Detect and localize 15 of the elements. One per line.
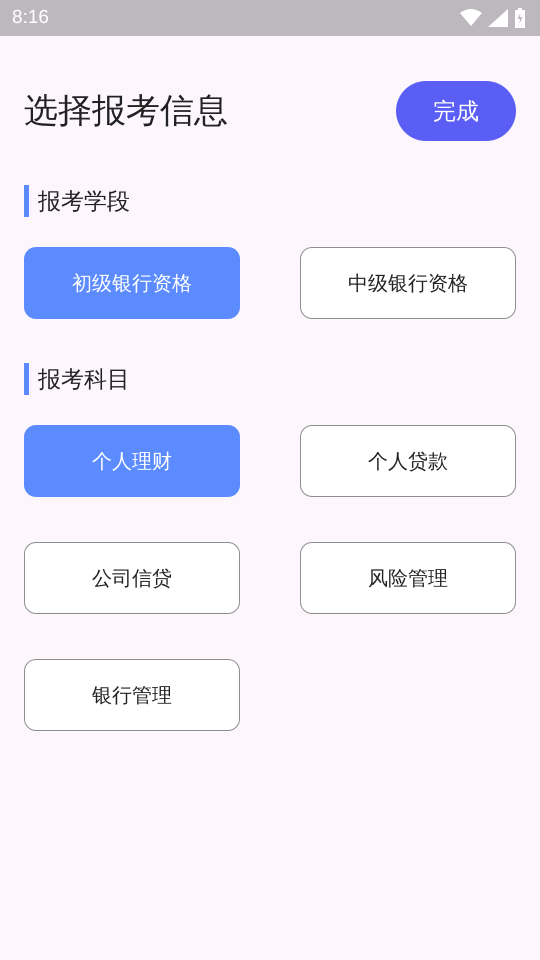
option-button[interactable]: 银行管理 (24, 659, 240, 731)
status-time: 8:16 (12, 7, 49, 29)
done-button[interactable]: 完成 (396, 81, 516, 141)
option-button[interactable]: 公司信贷 (24, 542, 240, 614)
signal-icon (488, 9, 508, 27)
option-button[interactable]: 风险管理 (300, 542, 516, 614)
section-marker (24, 185, 29, 217)
section-title: 报考科目 (38, 366, 130, 394)
battery-icon (514, 8, 526, 28)
wifi-icon (460, 9, 482, 27)
option-button[interactable]: 中级银行资格 (300, 247, 516, 319)
option-button[interactable]: 个人贷款 (300, 425, 516, 497)
page-title: 选择报考信息 (24, 90, 228, 133)
section-marker (24, 363, 29, 395)
section-title: 报考学段 (38, 188, 130, 216)
